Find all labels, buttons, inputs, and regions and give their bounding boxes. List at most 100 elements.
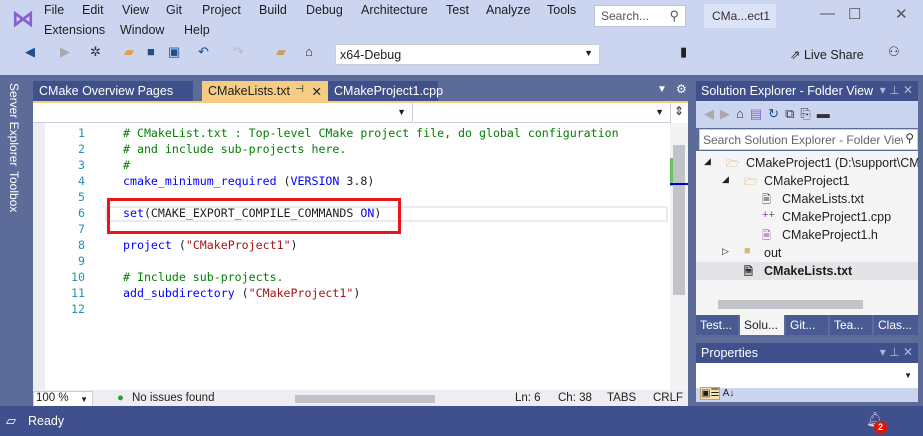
vertical-scrollbar[interactable] xyxy=(670,123,688,390)
show-all-icon[interactable]: ⎘ xyxy=(800,106,816,121)
close-button[interactable]: ✕ xyxy=(895,5,908,23)
tree-label: out xyxy=(764,246,782,260)
expander-icon[interactable]: ◢ xyxy=(704,156,711,167)
categorized-icon[interactable]: ▣☰ xyxy=(700,387,721,400)
menu-edit[interactable]: Edit xyxy=(82,3,104,17)
live-share-button[interactable]: ⇗ Live Share xyxy=(790,47,864,62)
menu-view[interactable]: View xyxy=(122,3,149,17)
code-line[interactable]: 9 xyxy=(33,253,673,269)
forward-icon[interactable]: ▶ xyxy=(720,106,736,121)
tree-horizontal-scrollbar[interactable] xyxy=(696,295,918,315)
solution-search-input[interactable]: Search Solution Explorer - Folder View ⚲ xyxy=(699,129,918,150)
menu-file[interactable]: File xyxy=(44,3,64,17)
configuration-dropdown[interactable]: x64-Debug ▼ xyxy=(335,44,600,65)
tree-item[interactable]: ◢🗁︎CMakeProject1 (D:\support\CMakeProjec… xyxy=(696,154,918,172)
properties-toolbar[interactable]: ▣☰ A↓ xyxy=(696,387,918,402)
code-line[interactable]: 2 # and include sub-projects here. xyxy=(33,141,673,157)
tree-item[interactable]: 🗎︎ CMakeLists.txt xyxy=(696,190,918,208)
horizontal-scrollbar[interactable] xyxy=(295,395,435,403)
tab-document[interactable]: CMake Overview Pages xyxy=(33,81,193,101)
collapse-all-icon[interactable]: ⧉ xyxy=(785,106,800,121)
forward-icon[interactable]: ▶ xyxy=(60,44,70,60)
alphabetical-icon[interactable]: A↓ xyxy=(723,388,735,399)
code-line[interactable]: 1 # CMakeList.txt : Top-level CMake proje… xyxy=(33,125,673,141)
code-line[interactable]: 4 cmake_minimum_required (VERSION 3.8) xyxy=(33,173,673,189)
menu-analyze[interactable]: Analyze xyxy=(486,3,530,17)
code-line[interactable]: 8 project ("CMakeProject1") xyxy=(33,237,673,253)
solution-explorer-toolbar[interactable]: ◀▶⌂▤↻⧉⎘▬ xyxy=(696,101,918,128)
tab-test[interactable]: Test... xyxy=(696,315,738,335)
tree-item[interactable]: 🗎︎ CMakeProject1.h xyxy=(696,226,918,244)
minimize-button[interactable]: — xyxy=(820,5,835,22)
bookmark-icon[interactable]: ▮ xyxy=(680,44,687,60)
back-icon[interactable]: ◀ xyxy=(25,44,35,60)
new-item-icon[interactable]: ✲ xyxy=(90,44,101,60)
scrollbar-thumb[interactable] xyxy=(718,300,863,309)
scrollbar-thumb[interactable] xyxy=(673,145,685,295)
menu-architecture[interactable]: Architecture xyxy=(361,3,428,17)
find-in-files-icon[interactable]: ▰ xyxy=(276,44,286,60)
tree-item[interactable]: ◢ 🗁︎ CMakeProject1 xyxy=(696,172,918,190)
close-tab-icon[interactable]: ✕ xyxy=(312,84,322,99)
open-folder-icon[interactable]: ▰ xyxy=(124,44,134,60)
switch-view-icon[interactable]: ▤ xyxy=(750,106,768,121)
refresh-icon[interactable]: ↻ xyxy=(768,106,785,121)
expander-icon[interactable]: ▷ xyxy=(722,246,729,257)
line-number[interactable]: Ln: 6 xyxy=(515,392,541,404)
save-all-icon[interactable]: ▣ xyxy=(168,44,180,60)
tab-tea[interactable]: Tea... xyxy=(830,315,872,335)
tab-document[interactable]: CMakeLists.txt ⊣ ✕ xyxy=(202,81,328,101)
tab-server-explorer[interactable]: Server Explorer xyxy=(7,83,21,166)
pin-icon[interactable]: ⊣ xyxy=(295,84,304,95)
member-dropdown[interactable]: ▼ xyxy=(414,103,671,123)
chevron-down-icon: ▼ xyxy=(397,107,406,117)
menu-tools[interactable]: Tools xyxy=(547,3,576,17)
panel-controls[interactable]: ▾ ⊥ ✕ xyxy=(880,345,913,359)
code-line[interactable]: 11 add_subdirectory ("CMakeProject1") xyxy=(33,285,673,301)
properties-icon[interactable]: ▬ xyxy=(817,106,836,121)
tab-clas[interactable]: Clas... xyxy=(874,315,918,335)
tree-item[interactable]: ▷ ■ out xyxy=(696,244,918,262)
code-editor[interactable]: ▼ ▼ ⇕ 1 # CMakeList.txt : Top-level CMake… xyxy=(33,101,688,408)
column-number[interactable]: Ch: 38 xyxy=(558,392,592,404)
tree-item[interactable]: 🗎︎ CMakeLists.txt xyxy=(696,262,918,280)
zoom-dropdown[interactable]: 100 % ▼ xyxy=(33,391,93,407)
tree-item[interactable]: ++ CMakeProject1.cpp xyxy=(696,208,918,226)
search-input[interactable]: Search... ⚲ xyxy=(594,5,686,27)
indent-mode[interactable]: TABS xyxy=(607,392,636,404)
menu-git[interactable]: Git xyxy=(166,3,182,17)
menu-build[interactable]: Build xyxy=(259,3,287,17)
save-icon[interactable]: ■ xyxy=(147,44,155,59)
maximize-button[interactable]: ☐ xyxy=(848,5,861,23)
code-line[interactable]: 3 # xyxy=(33,157,673,173)
feedback-icon[interactable]: ⚇ xyxy=(888,44,900,60)
gear-icon[interactable]: ⚙ xyxy=(676,82,687,96)
code-line[interactable]: 10 # Include sub-projects. xyxy=(33,269,673,285)
menu-help[interactable]: Help xyxy=(184,23,210,37)
tab-document[interactable]: CMakeProject1.cpp xyxy=(328,81,443,101)
panel-controls[interactable]: ▾ ⊥ ✕ xyxy=(880,83,913,97)
configuration-value: x64-Debug xyxy=(340,48,402,62)
back-icon[interactable]: ◀ xyxy=(704,106,720,121)
menu-window[interactable]: Window xyxy=(120,23,164,37)
tab-solu[interactable]: Solu... xyxy=(740,315,784,335)
issues-status[interactable]: No issues found xyxy=(132,392,214,404)
split-icon[interactable]: ⇕ xyxy=(674,104,684,118)
line-ending[interactable]: CRLF xyxy=(653,392,683,404)
menu-debug[interactable]: Debug xyxy=(306,3,343,17)
home-icon[interactable]: ⌂ xyxy=(305,44,313,59)
menu-project[interactable]: Project xyxy=(202,3,241,17)
tab-git[interactable]: Git... xyxy=(786,315,828,335)
undo-icon[interactable]: ↶ xyxy=(198,44,209,60)
tab-list-dropdown-icon[interactable]: ▼ xyxy=(657,84,667,95)
menu-extensions[interactable]: Extensions xyxy=(44,23,105,37)
visual-studio-logo-icon: ⋈ xyxy=(12,6,34,31)
redo-icon[interactable]: ↷ xyxy=(233,44,244,60)
tab-toolbox[interactable]: Toolbox xyxy=(7,171,21,212)
properties-object-dropdown[interactable]: ▼ xyxy=(696,363,918,388)
expander-icon[interactable]: ◢ xyxy=(722,174,729,185)
scope-dropdown[interactable]: ▼ xyxy=(33,103,413,123)
code-line[interactable]: 12 xyxy=(33,301,673,317)
home-icon[interactable]: ⌂ xyxy=(736,106,750,121)
menu-test[interactable]: Test xyxy=(446,3,469,17)
